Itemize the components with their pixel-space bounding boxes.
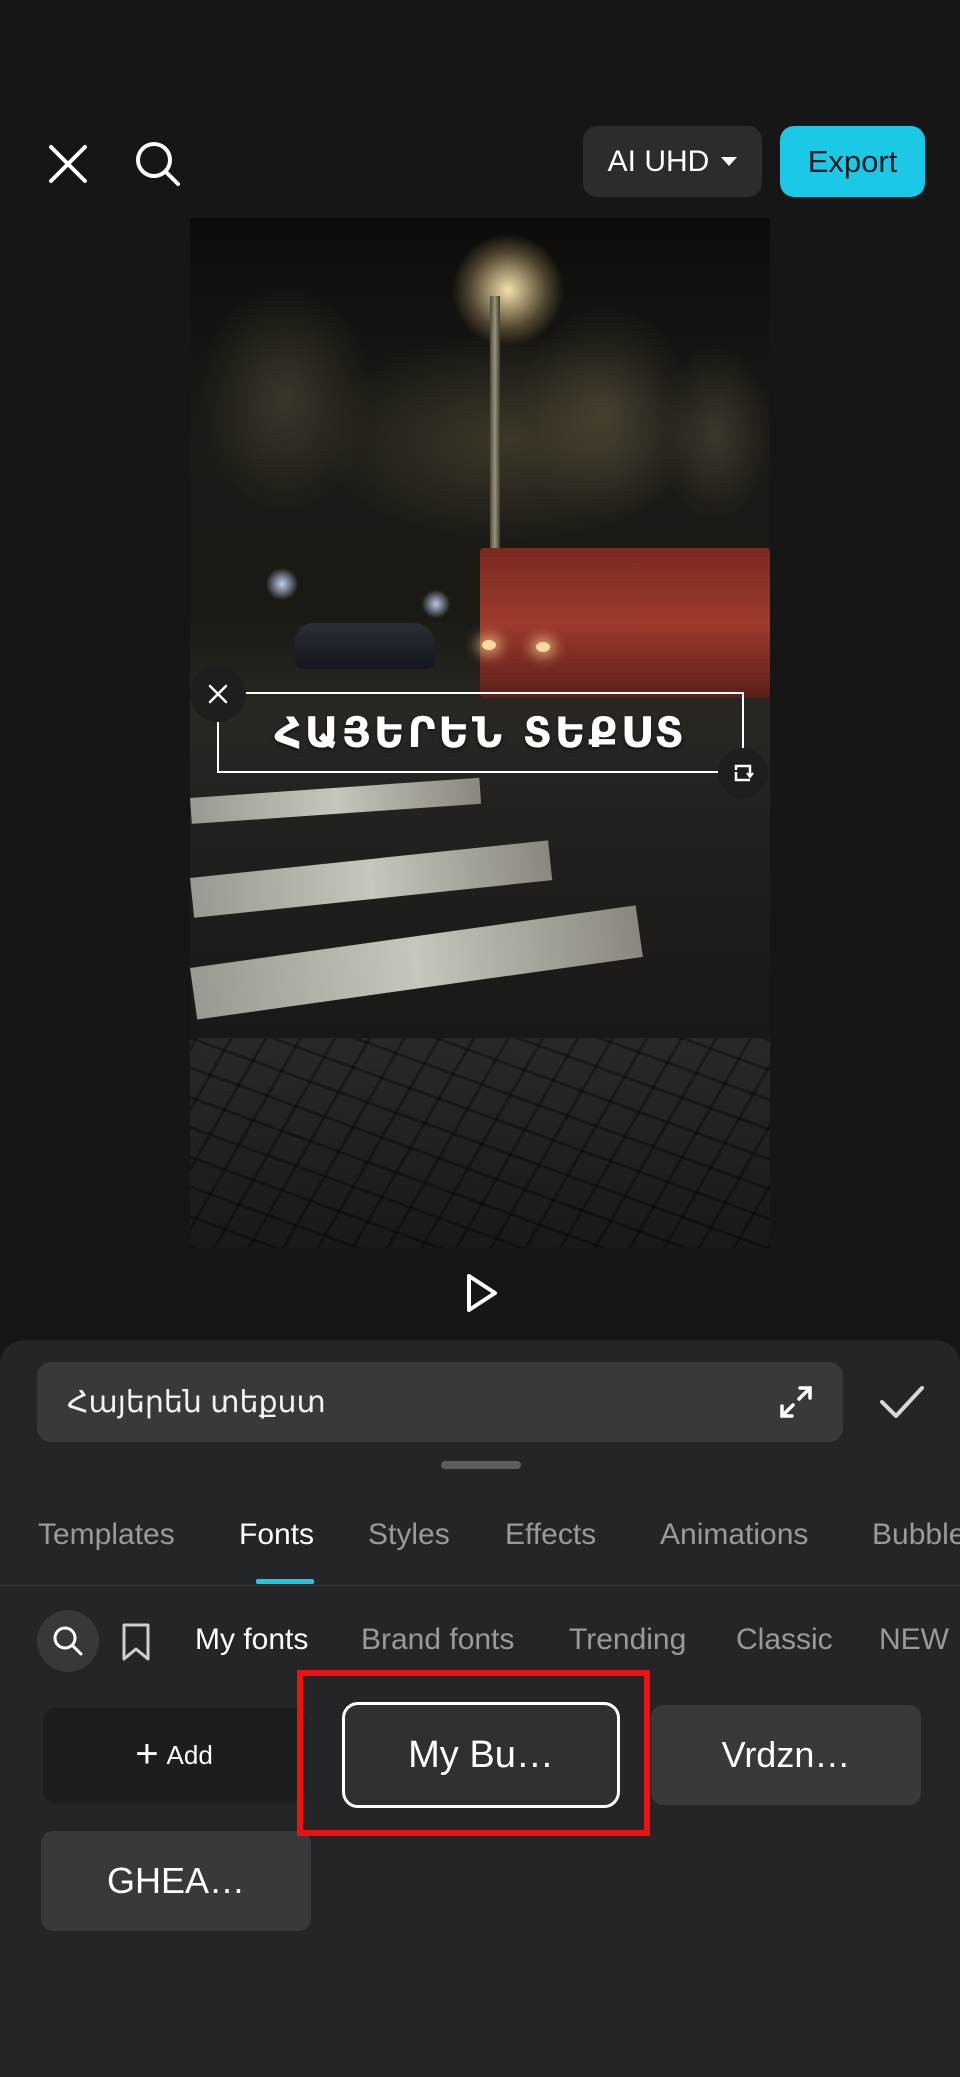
drag-handle[interactable] [441,1461,521,1469]
text-input-value: Հայերեն տեքստ [67,1385,326,1419]
bookmark-icon[interactable] [118,1622,158,1662]
paving-stones [190,1038,770,1248]
tab-fonts[interactable]: Fonts [239,1510,314,1560]
tab-bubbles[interactable]: Bubbles [872,1510,960,1560]
subcategory-trending[interactable]: Trending [569,1618,686,1662]
crosswalk-stripe [190,840,553,918]
expand-icon[interactable] [776,1382,816,1422]
subcategory-classic[interactable]: Classic [736,1618,833,1662]
tab-templates[interactable]: Templates [38,1510,175,1560]
play-icon[interactable] [455,1268,505,1318]
chevron-down-icon [721,157,738,166]
subcategory-my-fonts[interactable]: My fonts [195,1618,308,1662]
subcategory-brand-fonts[interactable]: Brand fonts [361,1618,514,1662]
subcategory-new[interactable]: NEW [879,1618,949,1662]
category-tabs: Templates Fonts Styles Effects Animation… [0,1510,960,1586]
plus-icon: + [135,1731,159,1776]
car [295,623,435,669]
truck-light [536,642,550,652]
text-input-field[interactable]: Հայերեն տեքստ [37,1362,843,1442]
search-icon[interactable] [37,1610,99,1672]
active-tab-indicator [256,1579,314,1584]
tab-styles[interactable]: Styles [368,1510,450,1560]
truck-light [482,640,496,650]
highlight-annotation [297,1670,650,1836]
truck [480,548,770,698]
overlay-text: ՀԱՅԵՐԵՆ ՏԵՔՍՏ [274,708,687,757]
font-item-label: Vrdzn… [721,1734,851,1775]
delete-text-button[interactable] [190,666,246,722]
font-item[interactable]: GHEA… [41,1831,311,1931]
export-button[interactable]: Export [780,126,925,197]
tab-effects[interactable]: Effects [505,1510,596,1560]
add-font-button[interactable]: + Add [43,1708,305,1803]
crosswalk-stripe [190,905,643,1020]
tab-animations[interactable]: Animations [660,1510,808,1560]
quality-dropdown[interactable]: AI UHD [583,126,762,197]
quality-label: AI UHD [607,144,710,178]
font-item-label: GHEA… [106,1860,246,1901]
video-preview[interactable]: ՀԱՅԵՐԵՆ ՏԵՔՍՏ [190,218,770,1248]
divider [0,1585,960,1586]
crosswalk-stripe [190,777,482,824]
font-item[interactable]: Vrdzn… [651,1705,921,1805]
close-icon[interactable] [40,136,96,192]
scale-handle-icon[interactable] [718,748,768,798]
text-overlay-box[interactable]: ՀԱՅԵՐԵՆ ՏԵՔՍՏ [217,692,744,773]
checkmark-icon[interactable] [876,1378,928,1426]
search-icon[interactable] [128,134,188,194]
add-label: Add [166,1740,213,1770]
tree [200,288,370,508]
tree [660,348,770,518]
